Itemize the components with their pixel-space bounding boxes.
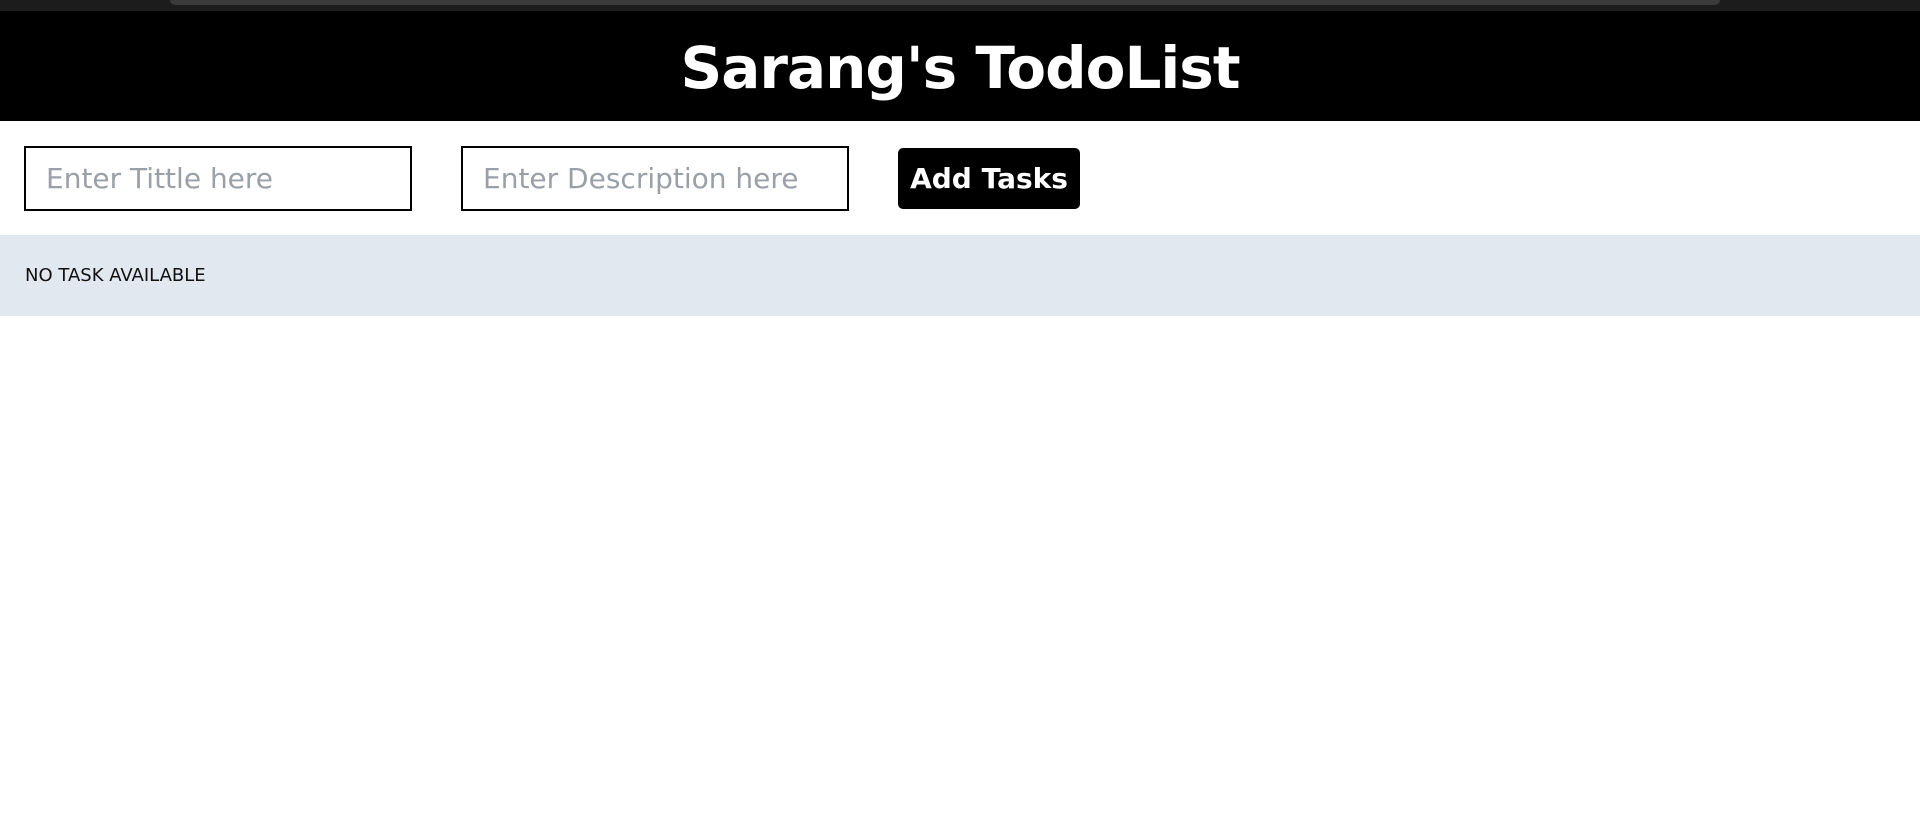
description-input[interactable] (461, 146, 849, 211)
task-list-panel: NO TASK AVAILABLE (0, 235, 1920, 316)
browser-scroll-track (170, 0, 1720, 5)
browser-top-bar (0, 0, 1920, 11)
empty-tasks-message: NO TASK AVAILABLE (25, 265, 206, 286)
task-form: Add Tasks (0, 121, 1920, 235)
title-input[interactable] (24, 146, 412, 211)
app-header: Sarang's TodoList (0, 11, 1920, 121)
page-title: Sarang's TodoList (680, 34, 1240, 102)
add-tasks-button[interactable]: Add Tasks (898, 148, 1080, 209)
